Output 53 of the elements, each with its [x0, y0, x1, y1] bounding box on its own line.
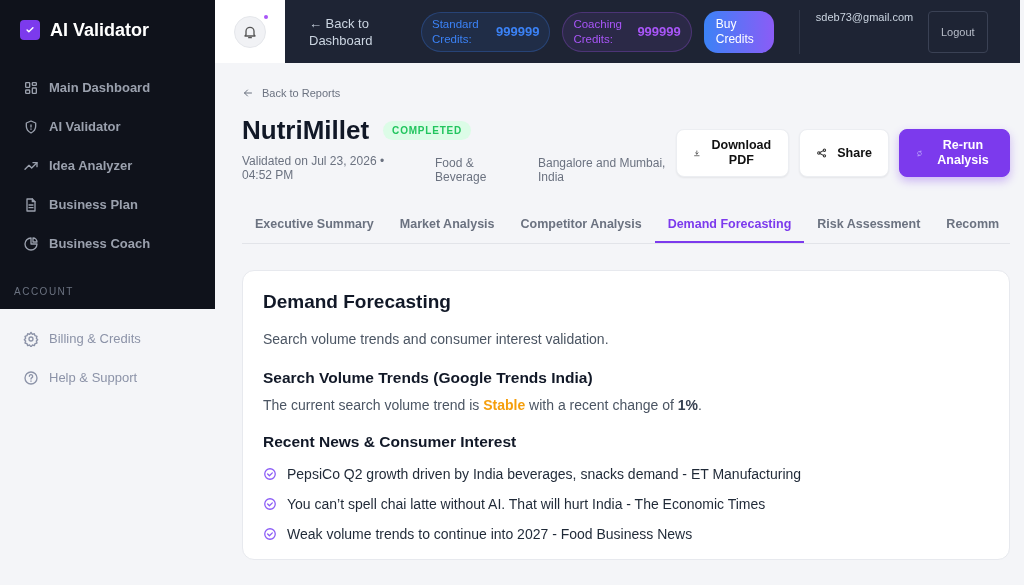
grid-icon — [23, 79, 39, 96]
category-text: Food & Beverage — [435, 155, 488, 184]
credits-badge: Coaching Credits: 999999 — [562, 11, 692, 52]
shield-icon — [23, 118, 39, 135]
buy-credits-button[interactable]: Buy Credits — [703, 10, 774, 53]
share-button[interactable]: Share — [799, 129, 889, 177]
nav-item[interactable]: Main Dashboard — [0, 68, 215, 107]
notification-button[interactable] — [234, 15, 266, 48]
card-subtitle: Search volume trends and consumer interest validation. — [263, 331, 610, 347]
back-link[interactable]: Back to Reports — [242, 87, 341, 99]
tab[interactable]: Executive Summary — [242, 207, 387, 243]
help-icon — [23, 369, 39, 386]
back-link[interactable]: ← Back to Dashboard — [309, 14, 409, 49]
tab[interactable]: Competitor Analysis — [507, 207, 655, 243]
refresh-icon — [916, 147, 923, 159]
rerun-button[interactable]: Re-run Analysis — [899, 129, 1010, 177]
download-icon — [693, 147, 701, 159]
back-arrow-icon — [242, 87, 254, 99]
card-title: Demand Forecasting — [263, 291, 452, 313]
credits-badge: Standard Credits: 999999 — [421, 11, 551, 52]
app-name: AI Validator — [50, 19, 150, 41]
check-circle-icon — [263, 497, 277, 511]
download-button[interactable]: Download PDF — [676, 129, 789, 177]
settings-icon — [23, 330, 39, 347]
pie-chart-icon — [23, 235, 39, 252]
section-heading: Search Volume Trends (Google Trends India) — [263, 369, 594, 387]
news-item: Weak volume trends to continue into 2027 - Food Business News — [287, 526, 693, 542]
nav-item[interactable]: Help & Support — [0, 358, 215, 397]
news-item: PepsiCo Q2 growth driven by India beverages, snacks demand - ET Manufacturing — [287, 466, 802, 482]
report-title: NutriMillet — [242, 115, 370, 146]
nav-item[interactable]: Business Plan — [0, 185, 215, 224]
tab[interactable]: Recomm — [933, 207, 1010, 243]
validated-date: Validated on Jul 23, 2026 • 04:52 PM — [242, 154, 386, 184]
check-circle-icon — [263, 527, 277, 541]
nav-item[interactable]: AI Validator — [0, 107, 215, 146]
tab[interactable]: Market Analysis — [386, 207, 508, 243]
tab[interactable]: Demand Forecasting — [654, 207, 805, 243]
share-icon — [816, 146, 828, 160]
news-item: You can’t spell chai latte without AI. That will hurt India - The Economic Times — [287, 496, 766, 512]
nav-item[interactable]: Billing & Credits — [0, 319, 215, 358]
section-heading: Recent News & Consumer Interest — [263, 433, 518, 451]
section-label: ACCOUNT — [13, 286, 75, 297]
location-text: Bangalore and Mumbai, India — [538, 155, 667, 184]
checkmark-logo-icon — [20, 20, 40, 40]
user-email: sdeb73@gmail.com — [815, 11, 915, 23]
tab[interactable]: Risk Assessment — [804, 207, 934, 243]
logout-button[interactable]: Logout — [927, 10, 988, 53]
status-badge: COMPLETED — [383, 121, 472, 140]
trend-sentence: The current search volume trend is Stable with a recent change of 1%. — [263, 397, 703, 413]
document-icon — [23, 196, 39, 213]
nav-item[interactable]: Business Coach — [0, 224, 215, 263]
check-circle-icon — [263, 467, 277, 481]
nav-item[interactable]: Idea Analyzer — [0, 146, 215, 185]
